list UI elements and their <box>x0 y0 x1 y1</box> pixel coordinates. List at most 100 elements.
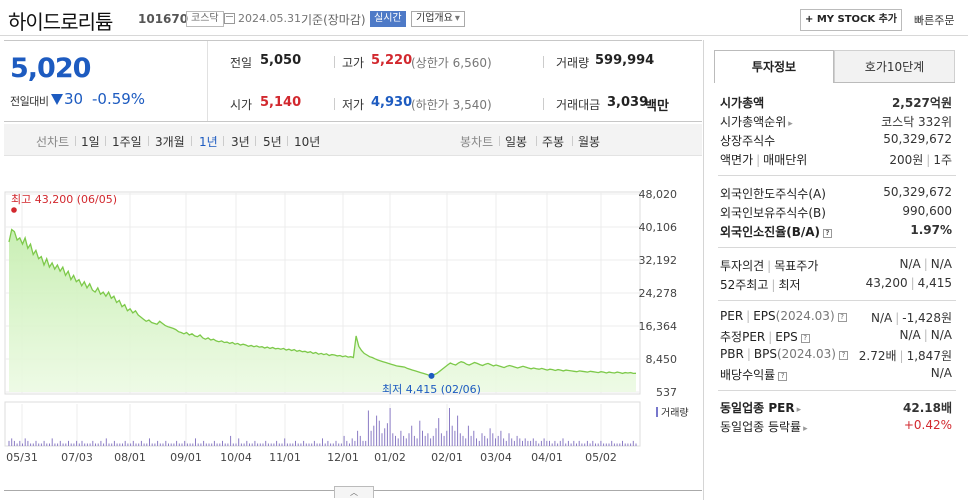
pbr-row: PBR | BPS(2024.03)? 2.72배 | 1,847원 <box>720 347 952 363</box>
x-tick-label: 07/03 <box>61 451 93 464</box>
target-value: N/A <box>930 257 952 271</box>
candle-weekly[interactable]: 주봉 <box>542 133 564 150</box>
eps-value: -1,428원 <box>902 311 952 325</box>
shares-label: 상장주식수 <box>720 134 776 148</box>
low-annotation: 최저 4,415 (02/06) <box>382 383 481 396</box>
foreign-limit-label: 외국인한도주식수(A) <box>720 187 826 201</box>
dividend-label: 배당수익률 <box>720 368 776 382</box>
market-cap-row: 시가총액 2,527억원 <box>720 94 952 111</box>
y-tick-label: 40,106 <box>639 221 678 234</box>
prev-close-label: 전일 <box>230 56 253 70</box>
down-arrow-icon <box>51 94 63 105</box>
dividend-value: N/A <box>930 366 952 380</box>
company-info-dropdown[interactable]: 기업개요 <box>411 11 465 27</box>
y-tick-label: 16,364 <box>639 320 678 333</box>
per-period: (2024.03) <box>775 309 835 323</box>
tab-order-book[interactable]: 호가10단계 <box>834 50 955 83</box>
quote-date: 2024.05.31 <box>238 12 301 25</box>
foreign-ratio-value: 1.97% <box>910 223 952 237</box>
high-annotation: 최고 43,200 (06/05) <box>11 193 117 206</box>
help-icon[interactable]: ? <box>838 351 848 360</box>
shares-row: 상장주식수 50,329,672 <box>720 132 952 149</box>
per-value: N/A <box>870 311 893 325</box>
est-eps-label: EPS <box>775 330 798 344</box>
unit-value: 1주 <box>933 153 952 167</box>
candle-daily[interactable]: 일봉 <box>505 133 527 150</box>
x-tick-label: 04/01 <box>531 451 563 464</box>
period-1y[interactable]: 1년 <box>199 133 218 150</box>
market-cap-label: 시가총액 <box>720 96 765 110</box>
current-price: 5,020 <box>10 53 91 84</box>
period-5y[interactable]: 5년 <box>263 133 282 150</box>
x-tick-label: 08/01 <box>114 451 146 464</box>
est-per-value: N/A <box>899 328 921 342</box>
x-tick-label: 09/01 <box>170 451 202 464</box>
face-value: 200원 <box>889 153 924 167</box>
quote-basis: 기준(장마감) <box>301 13 366 27</box>
stock-code: 101670 <box>138 12 189 26</box>
add-mystock-button[interactable]: MY STOCK 추가 <box>800 9 902 31</box>
volume-value: 599,994 <box>595 53 655 68</box>
sector-per-label[interactable]: 동일업종 PER <box>720 401 795 415</box>
high-value: 5,220 <box>371 53 413 68</box>
tab-investment-info[interactable]: 투자정보 <box>714 50 834 83</box>
face-value-row: 액면가 | 매매단위 200원 | 1주 <box>720 153 952 167</box>
pbr-value: 2.72배 <box>858 349 897 363</box>
period-10y[interactable]: 10년 <box>294 133 320 150</box>
foreign-ratio-label: 외국인소진율(B/A) <box>720 225 821 239</box>
sector-change-label[interactable]: 동일업종 등락률 <box>720 420 801 434</box>
foreign-limit-row: 외국인한도주식수(A) 50,329,672 <box>720 185 952 202</box>
help-icon[interactable]: ? <box>778 372 788 381</box>
help-icon[interactable]: ? <box>800 334 810 343</box>
quick-order-link[interactable]: 빠른주문 <box>914 12 954 28</box>
open-value: 5,140 <box>260 95 302 110</box>
x-tick-label: 01/02 <box>374 451 406 464</box>
amount-value: 3,039 <box>607 95 649 110</box>
foreign-ratio-row: 외국인소진율(B/A)? 1.97% <box>720 223 952 240</box>
opinion-value: N/A <box>899 257 921 271</box>
target-label: 목표주가 <box>774 259 819 273</box>
open-label: 시가 <box>230 98 253 112</box>
foreign-hold-row: 외국인보유주식수(B) 990,600 <box>720 204 952 221</box>
candle-chart-label: 봉차트 <box>460 135 494 149</box>
x-tick-label: 12/01 <box>327 451 359 464</box>
opinion-label: 투자의견 <box>720 259 765 273</box>
realtime-button[interactable]: 실시간 <box>370 11 406 27</box>
period-1w[interactable]: 1주일 <box>112 133 142 150</box>
period-1d[interactable]: 1일 <box>81 133 100 150</box>
market-cap-value: 2,527억원 <box>891 96 952 110</box>
sector-per-value: 42.18배 <box>903 401 952 415</box>
high-marker <box>11 207 17 213</box>
period-bar: 선차트 1일 1주일 3개월 1년 3년 5년 10년 봉차트 일봉 주봉 월봉 <box>4 124 702 156</box>
y-tick-label: 8,450 <box>646 353 678 366</box>
upper-limit: (상한가 6,560) <box>411 56 492 70</box>
low-label: 저가 <box>342 98 365 112</box>
sector-per-row: 동일업종 PER ▸ 42.18배 <box>720 399 952 416</box>
amount-unit: 백만 <box>645 99 669 114</box>
low-marker <box>428 372 435 379</box>
period-3y[interactable]: 3년 <box>231 133 250 150</box>
stock-header: 하이드로리튬 101670 코스닥 2024.05.31 기준(장마감) 실시간… <box>0 0 968 36</box>
52w-high-value: 43,200 <box>865 276 908 290</box>
price-area <box>9 229 636 392</box>
bps-value: 1,847원 <box>906 349 952 363</box>
per-row: PER | EPS(2024.03)? N/A | -1,428원 <box>720 309 952 325</box>
52w-high-label: 52주최고 <box>720 278 769 292</box>
prev-close-value: 5,050 <box>260 53 302 68</box>
foreign-hold-label: 외국인보유주식수(B) <box>720 206 826 220</box>
chart-collapse-toggle[interactable]: ︿ <box>334 486 374 498</box>
per-label: PER <box>720 309 744 323</box>
period-3m[interactable]: 3개월 <box>155 133 185 150</box>
x-tick-label: 02/01 <box>431 451 463 464</box>
candle-monthly[interactable]: 월봉 <box>578 133 600 150</box>
cap-rank-label[interactable]: 시가총액순위 <box>720 115 786 129</box>
x-tick-label: 10/04 <box>220 451 252 464</box>
52w-low-value: 4,415 <box>917 276 952 290</box>
price-chart: 05/31 07/03 08/01 09/01 10/04 11/01 12/01 01/02… <box>4 188 689 464</box>
low-value: 4,930 <box>371 95 413 110</box>
price-change: 30 <box>64 90 84 108</box>
help-icon[interactable]: ? <box>837 313 847 322</box>
help-icon[interactable]: ? <box>823 229 833 238</box>
volume-legend-label: 거래량 <box>661 407 689 419</box>
chevron-right-icon: ▸ <box>788 119 793 129</box>
